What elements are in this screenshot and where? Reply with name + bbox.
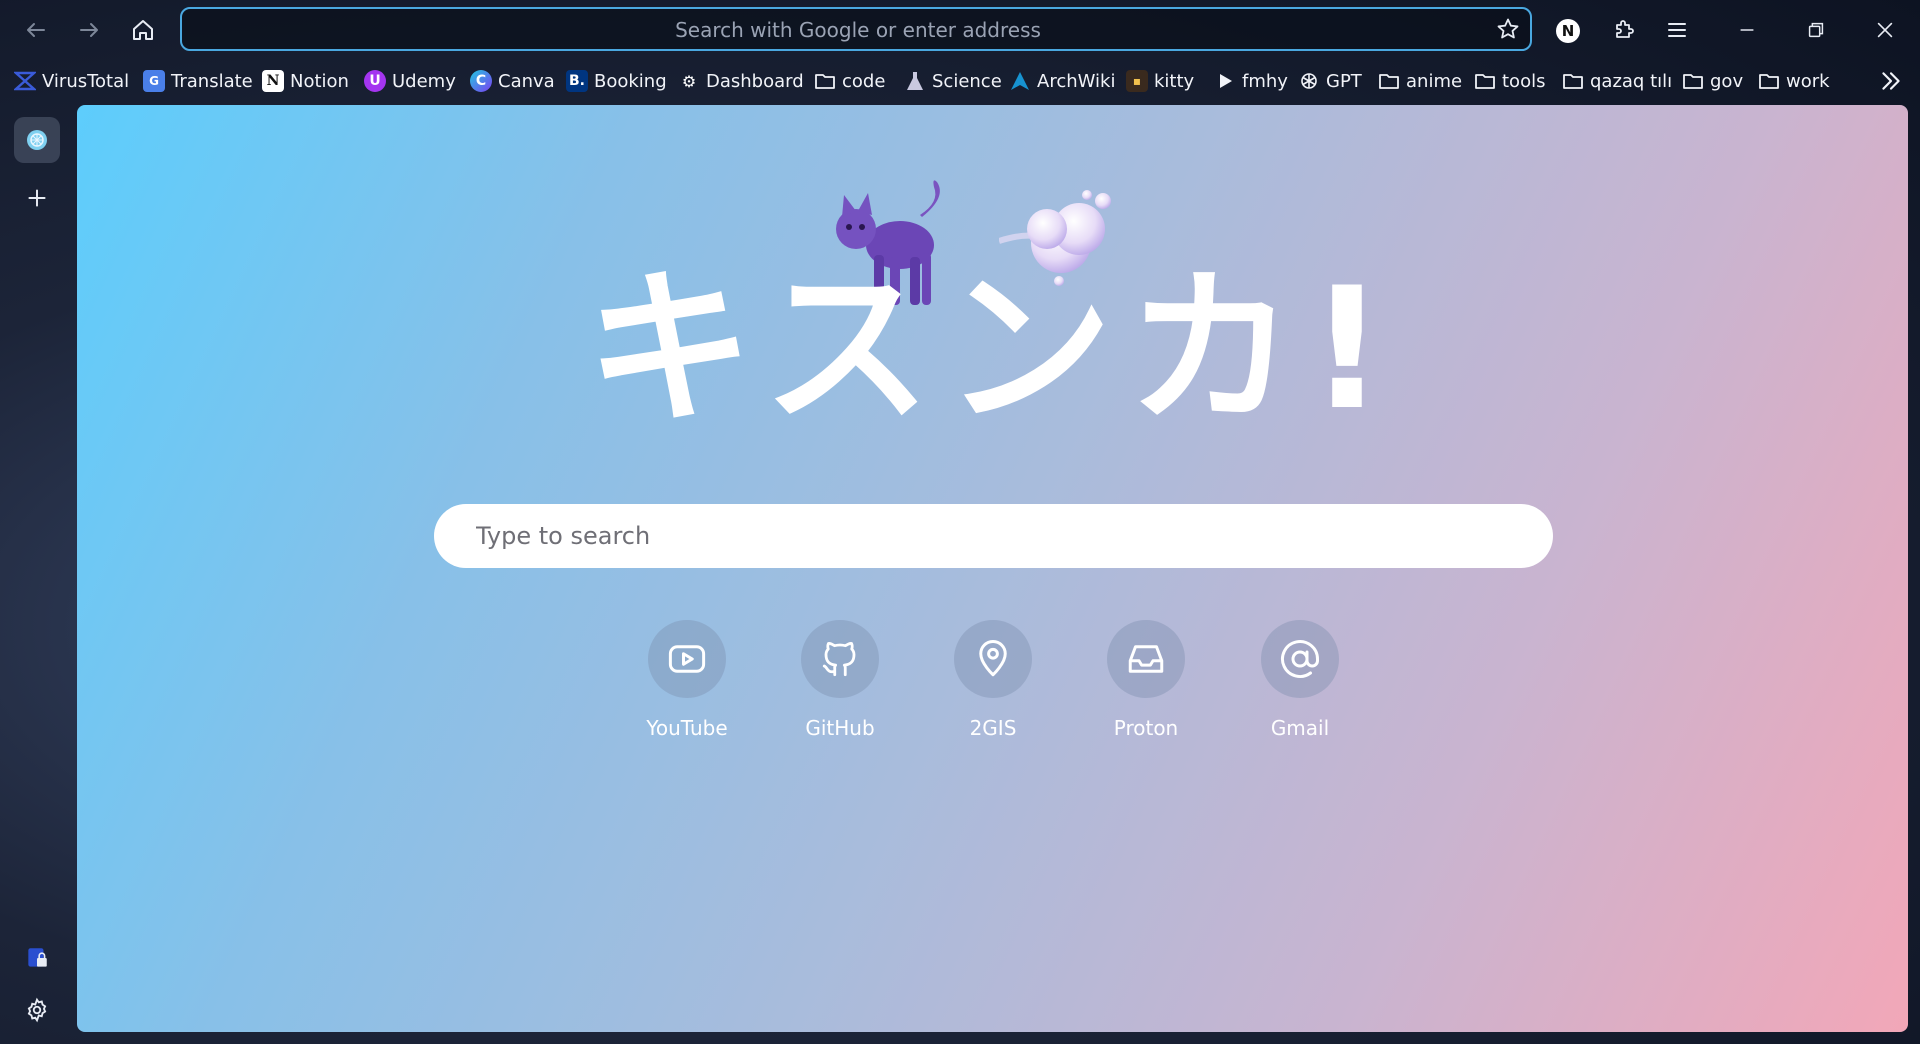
extensions-button[interactable] — [1605, 11, 1643, 49]
bookmark-fmhy[interactable]: fmhy — [1214, 66, 1288, 96]
hamburger-menu-icon — [1668, 23, 1686, 37]
bookmark-folder-gov[interactable]: gov — [1682, 66, 1743, 96]
minimize-button[interactable] — [1732, 15, 1762, 45]
openai-icon — [1298, 70, 1320, 92]
home-icon — [133, 20, 153, 40]
close-icon — [1877, 22, 1893, 38]
puzzle-icon — [1616, 20, 1634, 38]
bookmark-archwiki[interactable]: ArchWiki — [1009, 66, 1115, 96]
firefox-icon — [27, 130, 47, 150]
shortcut-github[interactable]: GitHub — [780, 620, 900, 740]
map-pin-icon — [979, 640, 1007, 677]
url-input[interactable] — [182, 9, 1534, 51]
sidebar-active-tab[interactable] — [14, 117, 60, 163]
udemy-icon: U — [364, 70, 386, 92]
chevron-double-right-icon[interactable] — [1878, 68, 1904, 94]
bookmark-booking[interactable]: B. Booking — [566, 66, 667, 96]
new-tab-page: キスンカ! YouTube GitHub 2GIS Proton Gmail — [77, 105, 1908, 1032]
shortcut-gmail[interactable]: Gmail — [1240, 620, 1360, 740]
bookmark-notion[interactable]: N Notion — [262, 66, 349, 96]
notion-icon: N — [262, 70, 284, 92]
github-icon — [822, 641, 856, 677]
back-button[interactable] — [17, 11, 55, 49]
star-icon[interactable] — [1496, 17, 1520, 41]
bookmark-dashboard[interactable]: ⚙ Dashboard — [678, 66, 804, 96]
folder-icon — [1758, 70, 1780, 92]
bookmark-folder-qazaq[interactable]: qazaq tılı — [1562, 66, 1672, 96]
minimize-icon — [1740, 29, 1754, 31]
arch-icon — [1009, 70, 1031, 92]
bookmark-folder-tools[interactable]: tools — [1474, 66, 1545, 96]
bookmark-folder-code[interactable]: code — [814, 66, 885, 96]
translate-icon: G — [143, 70, 165, 92]
home-button[interactable] — [124, 11, 162, 49]
bookmark-folder-work[interactable]: work — [1758, 66, 1830, 96]
browser-toolbar: N — [0, 0, 1920, 60]
bookmark-kitty[interactable]: ▪ kitty — [1126, 66, 1194, 96]
booking-icon: B. — [566, 70, 588, 92]
profile-avatar[interactable]: N — [1556, 19, 1580, 43]
dashboard-icon: ⚙ — [681, 71, 697, 91]
restore-icon — [1808, 22, 1824, 38]
search-input[interactable] — [434, 504, 1553, 568]
bookmark-translate[interactable]: G Translate — [143, 66, 253, 96]
bookmark-folder-anime[interactable]: anime — [1378, 66, 1462, 96]
shortcut-youtube[interactable]: YouTube — [627, 620, 747, 740]
inbox-icon — [1128, 645, 1164, 673]
at-sign-icon — [1281, 640, 1319, 678]
bookmark-science[interactable]: Science — [904, 66, 1002, 96]
play-icon — [1214, 70, 1236, 92]
url-bar[interactable] — [180, 7, 1534, 51]
close-button[interactable] — [1870, 15, 1900, 45]
plus-icon — [28, 189, 46, 207]
search-bar[interactable] — [434, 504, 1553, 568]
shortcut-proton[interactable]: Proton — [1086, 620, 1206, 740]
menu-button[interactable] — [1658, 11, 1696, 49]
flask-icon — [904, 70, 926, 92]
bookmarks-bar: VirusTotal G Translate N Notion U Udemy … — [14, 66, 1900, 96]
forward-button[interactable] — [70, 11, 108, 49]
sidebar-new-tab-button[interactable] — [14, 175, 60, 221]
folder-icon — [1378, 70, 1400, 92]
canva-icon: C — [470, 70, 492, 92]
restore-button[interactable] — [1801, 15, 1831, 45]
shield-lock-icon — [28, 948, 47, 967]
folder-icon — [1682, 70, 1704, 92]
kitty-icon: ▪ — [1126, 70, 1148, 92]
gear-icon — [27, 997, 47, 1023]
folder-icon — [1562, 70, 1584, 92]
arrow-left-icon — [27, 23, 45, 37]
sidebar-settings-button[interactable] — [14, 987, 60, 1033]
folder-icon — [814, 70, 836, 92]
bookmark-canva[interactable]: C Canva — [470, 66, 555, 96]
youtube-icon — [668, 645, 706, 673]
page-title: キスンカ! — [585, 251, 1400, 447]
bookmark-udemy[interactable]: U Udemy — [364, 66, 456, 96]
bookmark-gpt[interactable]: GPT — [1298, 66, 1362, 96]
shortcut-2gis[interactable]: 2GIS — [933, 620, 1053, 740]
sidebar-privacy-button[interactable] — [14, 935, 60, 981]
virustotal-icon — [14, 70, 36, 92]
bookmark-virustotal[interactable]: VirusTotal — [14, 66, 129, 96]
arrow-right-icon — [80, 23, 98, 37]
folder-icon — [1474, 70, 1496, 92]
